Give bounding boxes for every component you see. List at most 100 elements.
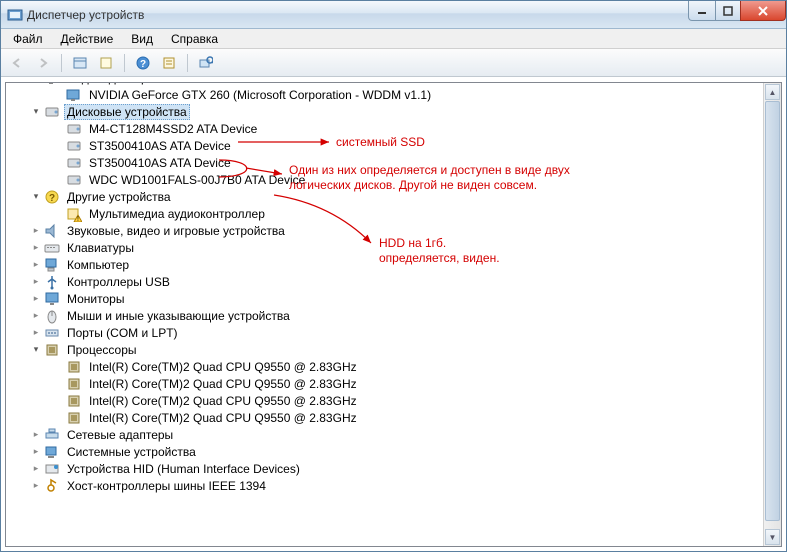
category-label: Контроллеры USB	[64, 274, 173, 290]
cpu-icon	[66, 393, 82, 409]
menu-help[interactable]: Справка	[163, 30, 226, 48]
scroll-thumb[interactable]	[765, 101, 780, 521]
device-item[interactable]: Intel(R) Core(TM)2 Quad CPU Q9550 @ 2.83…	[6, 392, 781, 409]
expander-icon[interactable]	[28, 327, 44, 338]
svg-text:!: !	[77, 216, 79, 222]
device-item[interactable]: WDC WD1001FALS-00J7B0 ATA Device	[6, 171, 781, 188]
category-label: Компьютер	[64, 257, 132, 273]
minimize-button[interactable]	[688, 1, 716, 21]
sound-icon	[44, 223, 60, 239]
toolbar: ?	[1, 49, 786, 77]
display-adapter-icon	[66, 87, 82, 103]
expander-icon[interactable]	[28, 310, 44, 321]
expander-icon[interactable]	[28, 225, 44, 236]
content-area: ▲ ▼ Видеоадаптеры NVIDIA GeForce GTX 260…	[1, 77, 786, 551]
tree-scroll[interactable]: Видеоадаптеры NVIDIA GeForce GTX 260 (Mi…	[6, 82, 781, 546]
category-hid[interactable]: Устройства HID (Human Interface Devices)	[6, 460, 781, 477]
expander-icon[interactable]	[28, 191, 44, 202]
expander-icon[interactable]	[28, 293, 44, 304]
hid-icon	[44, 461, 60, 477]
scroll-up-button[interactable]: ▲	[765, 84, 780, 100]
monitor-icon	[44, 291, 60, 307]
expander-icon[interactable]	[28, 446, 44, 457]
device-label: ST3500410AS ATA Device	[86, 155, 234, 171]
category-label: Другие устройства	[64, 189, 174, 205]
close-button[interactable]	[740, 1, 786, 21]
titlebar: Диспетчер устройств	[1, 1, 786, 29]
app-icon	[7, 7, 23, 23]
category-label: Сетевые адаптеры	[64, 427, 176, 443]
back-button	[5, 52, 29, 74]
category-usb[interactable]: Контроллеры USB	[6, 273, 781, 290]
disk-drive-icon	[66, 172, 82, 188]
menu-action[interactable]: Действие	[53, 30, 122, 48]
window-controls	[689, 1, 786, 21]
menu-file[interactable]: Файл	[5, 30, 51, 48]
toolbar-separator	[124, 54, 125, 72]
system-icon	[44, 444, 60, 460]
expander-icon[interactable]	[28, 82, 44, 83]
expander-icon[interactable]	[28, 429, 44, 440]
tree-panel: ▲ ▼ Видеоадаптеры NVIDIA GeForce GTX 260…	[5, 82, 782, 547]
scroll-down-button[interactable]: ▼	[765, 529, 780, 545]
category-label: Видеоадаптеры	[64, 82, 159, 86]
expander-icon[interactable]	[28, 276, 44, 287]
view-button[interactable]	[68, 52, 92, 74]
svg-text:?: ?	[140, 59, 146, 70]
category-label: Мыши и иные указывающие устройства	[64, 308, 293, 324]
category-other-devices[interactable]: ? Другие устройства	[6, 188, 781, 205]
category-network[interactable]: Сетевые адаптеры	[6, 426, 781, 443]
category-label: Клавиатуры	[64, 240, 137, 256]
display-adapter-icon	[44, 82, 60, 86]
expander-icon[interactable]	[28, 463, 44, 474]
show-hidden-button[interactable]	[94, 52, 118, 74]
expander-icon[interactable]	[28, 106, 44, 117]
help-button[interactable]: ?	[131, 52, 155, 74]
usb-icon	[44, 274, 60, 290]
toolbar-separator	[61, 54, 62, 72]
device-item[interactable]: Intel(R) Core(TM)2 Quad CPU Q9550 @ 2.83…	[6, 409, 781, 426]
disk-drive-icon	[44, 104, 60, 120]
device-label: Intel(R) Core(TM)2 Quad CPU Q9550 @ 2.83…	[86, 393, 360, 409]
category-monitors[interactable]: Мониторы	[6, 290, 781, 307]
category-label: Звуковые, видео и игровые устройства	[64, 223, 288, 239]
device-item[interactable]: Intel(R) Core(TM)2 Quad CPU Q9550 @ 2.83…	[6, 375, 781, 392]
maximize-button[interactable]	[715, 1, 741, 21]
properties-button[interactable]	[157, 52, 181, 74]
forward-button	[31, 52, 55, 74]
network-icon	[44, 427, 60, 443]
category-sound[interactable]: Звуковые, видео и игровые устройства	[6, 222, 781, 239]
expander-icon[interactable]	[28, 480, 44, 491]
device-item[interactable]: M4-CT128M4SSD2 ATA Device	[6, 120, 781, 137]
category-label: Устройства HID (Human Interface Devices)	[64, 461, 303, 477]
menu-view[interactable]: Вид	[123, 30, 161, 48]
device-item[interactable]: ST3500410AS ATA Device	[6, 137, 781, 154]
device-label: M4-CT128M4SSD2 ATA Device	[86, 121, 260, 137]
device-label: Мультимедиа аудиоконтроллер	[86, 206, 268, 222]
computer-icon	[44, 257, 60, 273]
device-item[interactable]: ! Мультимедиа аудиоконтроллер	[6, 205, 781, 222]
disk-drive-icon	[66, 155, 82, 171]
category-label: Порты (COM и LPT)	[64, 325, 181, 341]
category-label: Хост-контроллеры шины IEEE 1394	[64, 478, 269, 494]
menubar: Файл Действие Вид Справка	[1, 29, 786, 49]
window-title: Диспетчер устройств	[27, 8, 144, 22]
category-computer[interactable]: Компьютер	[6, 256, 781, 273]
device-label: Intel(R) Core(TM)2 Quad CPU Q9550 @ 2.83…	[86, 376, 360, 392]
category-ports[interactable]: Порты (COM и LPT)	[6, 324, 781, 341]
category-ieee1394[interactable]: Хост-контроллеры шины IEEE 1394	[6, 477, 781, 494]
category-mice[interactable]: Мыши и иные указывающие устройства	[6, 307, 781, 324]
scan-button[interactable]	[194, 52, 218, 74]
expander-icon[interactable]	[28, 344, 44, 355]
cpu-icon	[44, 342, 60, 358]
expander-icon[interactable]	[28, 242, 44, 253]
device-item[interactable]: NVIDIA GeForce GTX 260 (Microsoft Corpor…	[6, 86, 781, 103]
device-item[interactable]: Intel(R) Core(TM)2 Quad CPU Q9550 @ 2.83…	[6, 358, 781, 375]
category-system[interactable]: Системные устройства	[6, 443, 781, 460]
device-item[interactable]: ST3500410AS ATA Device	[6, 154, 781, 171]
category-processors[interactable]: Процессоры	[6, 341, 781, 358]
category-label: Системные устройства	[64, 444, 199, 460]
expander-icon[interactable]	[28, 259, 44, 270]
category-disk-drives[interactable]: Дисковые устройства	[6, 103, 781, 120]
category-keyboards[interactable]: Клавиатуры	[6, 239, 781, 256]
